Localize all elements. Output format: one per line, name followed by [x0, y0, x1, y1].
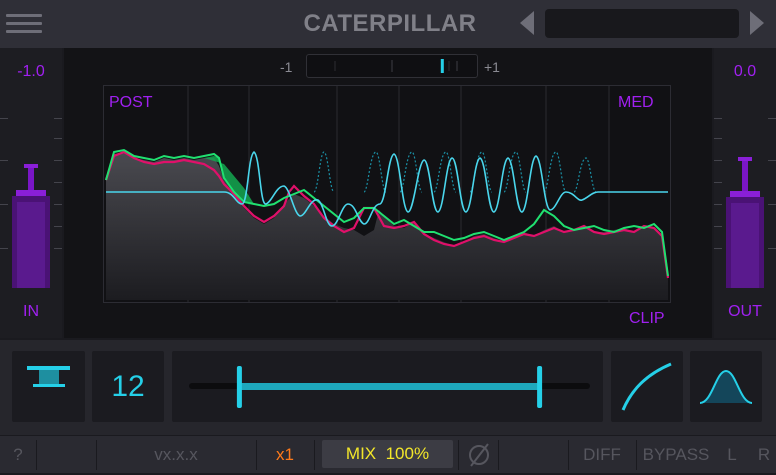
help-button[interactable]: ?	[0, 436, 36, 473]
curve-button[interactable]	[611, 351, 683, 422]
input-gain-slider[interactable]	[8, 162, 54, 292]
meter-tick	[768, 118, 776, 119]
preset-field[interactable]	[545, 9, 739, 38]
meter-tick	[54, 182, 62, 183]
meter-tick	[714, 204, 722, 205]
meter-tick	[768, 160, 776, 161]
meter-tick	[714, 248, 722, 249]
meter-tick	[54, 248, 62, 249]
spectrum-graph[interactable]: POST MED CLIP	[103, 85, 671, 329]
app-title: CATERPILLAR	[303, 10, 477, 37]
meter-tick	[54, 226, 62, 227]
mix-value: 100%	[385, 444, 430, 463]
meter-tick	[768, 248, 776, 249]
output-gain-slider[interactable]	[722, 154, 768, 294]
meter-tick	[54, 138, 62, 139]
meter-tick	[0, 248, 8, 249]
phase-invert-icon[interactable]	[462, 440, 496, 470]
output-gain-value: 0.0	[733, 63, 757, 80]
correlation-min-label: -1	[280, 59, 293, 75]
footer-divider	[314, 440, 315, 470]
meter-tick	[0, 118, 8, 119]
meter-tick	[54, 118, 62, 119]
meter-tick	[714, 160, 722, 161]
footer-divider	[498, 440, 499, 470]
meter-tick	[714, 138, 722, 139]
meter-tick	[714, 182, 722, 183]
curve-icon	[621, 362, 672, 411]
range-high-handle[interactable]	[537, 366, 543, 408]
diff-button[interactable]: DIFF	[572, 436, 632, 473]
meter-tick	[54, 160, 62, 161]
footer-divider	[636, 440, 637, 470]
footer-divider	[458, 440, 459, 470]
output-meter-panel: 0.0 OUT	[714, 48, 776, 338]
mix-label: MIX	[345, 444, 377, 463]
triangle-left-icon[interactable]	[520, 11, 534, 35]
footer-divider	[36, 440, 37, 470]
filter-shelf-icon	[27, 366, 70, 387]
oversample-button[interactable]: x1	[256, 436, 314, 473]
output-label: OUT	[728, 303, 762, 320]
range-fill	[239, 383, 540, 390]
meter-tick	[54, 204, 62, 205]
triangle-right-icon[interactable]	[750, 11, 764, 35]
correlation-max-label: +1	[484, 59, 500, 75]
input-meter-panel: -1.0 IN	[0, 48, 62, 338]
bell-shape-icon	[699, 369, 753, 404]
input-label: IN	[23, 303, 39, 320]
mix-button[interactable]: MIX 100%	[322, 440, 453, 468]
meter-tick	[768, 204, 776, 205]
band-count-value[interactable]: 12	[92, 351, 164, 422]
graph-label-post: POST	[109, 94, 153, 111]
meter-tick	[0, 160, 8, 161]
correlation-marker	[440, 59, 444, 73]
range-low-handle[interactable]	[236, 366, 242, 408]
right-channel-button[interactable]: R	[752, 436, 776, 473]
footer-divider	[568, 440, 569, 470]
clip-label: CLIP	[629, 310, 665, 327]
filter-mode-button[interactable]	[12, 351, 85, 422]
meter-tick	[714, 118, 722, 119]
band-curves-dim	[313, 151, 597, 193]
meter-tick	[714, 226, 722, 227]
graph-label-med: MED	[618, 94, 654, 111]
bell-shape-button[interactable]	[690, 351, 762, 422]
left-channel-button[interactable]: L	[718, 436, 746, 473]
meter-tick	[0, 204, 8, 205]
correlation-meter	[306, 54, 478, 78]
bypass-button[interactable]: BYPASS	[638, 436, 714, 473]
version-label: vx.x.x	[154, 445, 198, 464]
input-gain-value: -1.0	[17, 63, 45, 80]
range-slider[interactable]	[172, 351, 603, 422]
hamburger-icon[interactable]	[6, 10, 42, 38]
